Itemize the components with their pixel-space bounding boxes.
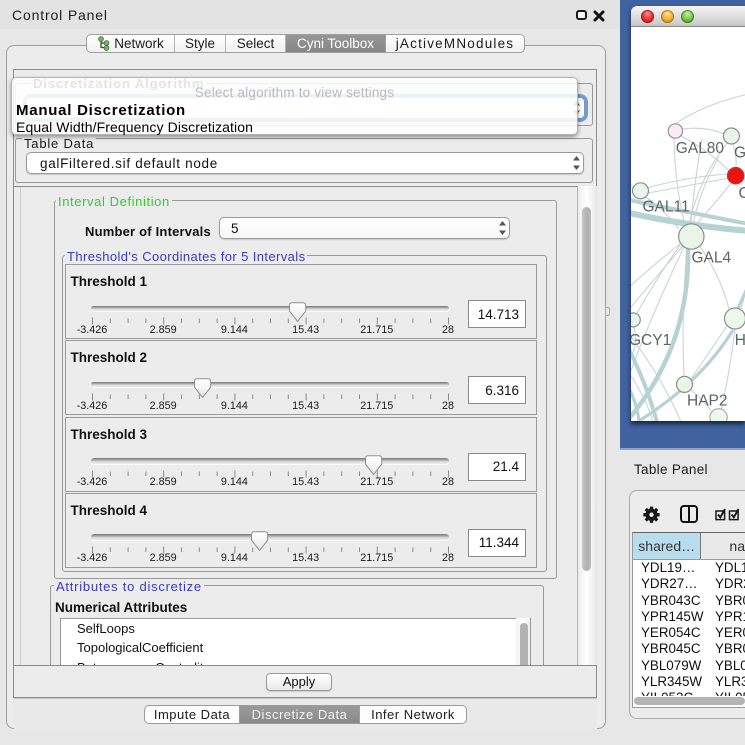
svg-text:H: H [735, 332, 745, 349]
svg-text:G.: G. [734, 145, 745, 162]
svg-text:GAL80: GAL80 [676, 140, 725, 157]
svg-text:GAL11: GAL11 [643, 199, 690, 216]
svg-text:HAP2: HAP2 [687, 393, 728, 410]
svg-text:GAL4: GAL4 [692, 250, 732, 267]
svg-text:GCY1: GCY1 [631, 332, 671, 349]
svg-text:C: C [739, 185, 745, 202]
